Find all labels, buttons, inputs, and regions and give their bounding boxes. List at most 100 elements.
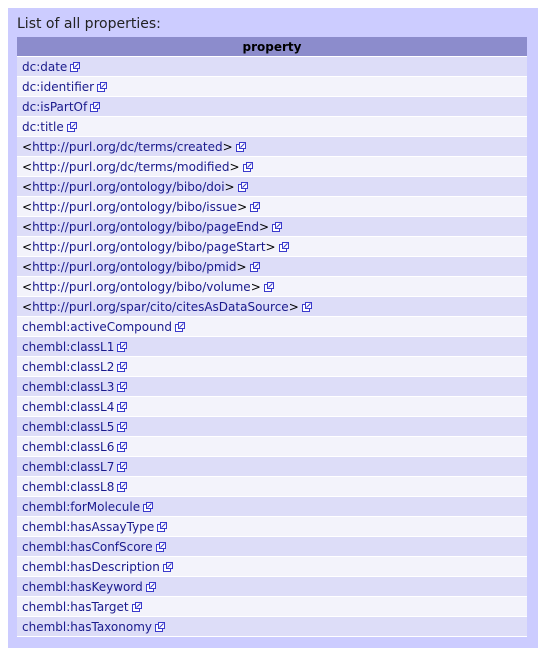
property-label: chembl:hasTarget bbox=[22, 599, 129, 614]
external-link-icon[interactable] bbox=[117, 481, 128, 492]
property-label: dc:date bbox=[22, 59, 68, 74]
property-link[interactable]: chembl:classL8 bbox=[22, 480, 114, 494]
property-link[interactable]: chembl:forMolecule bbox=[22, 500, 140, 514]
property-label: chembl:hasTaxonomy bbox=[22, 619, 152, 634]
property-cell: chembl:hasConfScore bbox=[17, 536, 527, 557]
property-label: http://purl.org/dc/terms/modified bbox=[32, 159, 230, 174]
table-row: chembl:hasDescription bbox=[17, 556, 527, 577]
property-link[interactable]: chembl:classL7 bbox=[22, 460, 114, 474]
property-link[interactable]: dc:identifier bbox=[22, 80, 94, 94]
angle-bracket-close: > bbox=[236, 259, 247, 274]
property-link[interactable]: chembl:hasTaxonomy bbox=[22, 620, 152, 634]
property-label: chembl:hasKeyword bbox=[22, 579, 143, 594]
external-link-icon[interactable] bbox=[263, 281, 274, 292]
property-link[interactable]: <http://purl.org/ontology/bibo/issue> bbox=[22, 200, 247, 214]
external-link-icon[interactable] bbox=[117, 441, 128, 452]
external-link-icon[interactable] bbox=[250, 201, 261, 212]
property-link[interactable]: chembl:classL3 bbox=[22, 380, 114, 394]
column-header-property: property bbox=[17, 37, 527, 57]
property-link[interactable]: chembl:classL2 bbox=[22, 360, 114, 374]
property-label: http://purl.org/dc/terms/created bbox=[32, 139, 223, 154]
property-label: dc:identifier bbox=[22, 79, 95, 94]
external-link-icon[interactable] bbox=[301, 301, 312, 312]
property-cell: <http://purl.org/ontology/bibo/pageEnd> bbox=[17, 216, 527, 237]
external-link-icon[interactable] bbox=[157, 521, 168, 532]
external-link-icon[interactable] bbox=[117, 361, 128, 372]
external-link-icon[interactable] bbox=[70, 61, 81, 72]
table-row: chembl:classL8 bbox=[17, 476, 527, 497]
external-link-icon[interactable] bbox=[117, 381, 128, 392]
property-cell: dc:isPartOf bbox=[17, 96, 527, 117]
external-link-icon[interactable] bbox=[162, 561, 173, 572]
property-cell: chembl:hasDescription bbox=[17, 556, 527, 577]
property-link[interactable]: chembl:classL5 bbox=[22, 420, 114, 434]
property-label: http://purl.org/ontology/bibo/pmid bbox=[32, 259, 237, 274]
property-link[interactable]: <http://purl.org/ontology/bibo/pageStart… bbox=[22, 240, 276, 254]
property-label: chembl:classL3 bbox=[22, 379, 115, 394]
table-row: <http://purl.org/dc/terms/modified> bbox=[17, 156, 527, 177]
property-link[interactable]: chembl:classL6 bbox=[22, 440, 114, 454]
property-label: http://purl.org/spar/cito/citesAsDataSou… bbox=[32, 299, 289, 314]
table-row: chembl:classL2 bbox=[17, 356, 527, 377]
external-link-icon[interactable] bbox=[131, 601, 142, 612]
property-cell: chembl:classL3 bbox=[17, 376, 527, 397]
property-link[interactable]: <http://purl.org/dc/terms/created> bbox=[22, 140, 233, 154]
property-link[interactable]: <http://purl.org/ontology/bibo/volume> bbox=[22, 280, 261, 294]
property-link[interactable]: dc:isPartOf bbox=[22, 100, 87, 114]
external-link-icon[interactable] bbox=[117, 341, 128, 352]
property-label: chembl:classL8 bbox=[22, 479, 115, 494]
external-link-icon[interactable] bbox=[242, 161, 253, 172]
property-link[interactable]: <http://purl.org/dc/terms/modified> bbox=[22, 160, 240, 174]
angle-bracket-open: < bbox=[22, 139, 33, 154]
table-row: <http://purl.org/ontology/bibo/doi> bbox=[17, 176, 527, 197]
property-link[interactable]: <http://purl.org/ontology/bibo/doi> bbox=[22, 180, 235, 194]
property-cell: chembl:classL7 bbox=[17, 456, 527, 477]
property-link[interactable]: chembl:hasKeyword bbox=[22, 580, 143, 594]
external-link-icon[interactable] bbox=[117, 401, 128, 412]
table-body: dc:date dc:identifier dc:isPartOf dc:title <… bbox=[17, 56, 527, 637]
angle-bracket-open: < bbox=[22, 259, 33, 274]
property-link[interactable]: chembl:classL4 bbox=[22, 400, 114, 414]
property-link[interactable]: <http://purl.org/spar/cito/citesAsDataSo… bbox=[22, 300, 299, 314]
properties-panel: List of all properties: property dc:date… bbox=[8, 8, 538, 648]
table-row: chembl:forMolecule bbox=[17, 496, 527, 517]
external-link-icon[interactable] bbox=[117, 421, 128, 432]
property-link[interactable]: chembl:activeCompound bbox=[22, 320, 172, 334]
angle-bracket-open: < bbox=[22, 279, 33, 294]
property-link[interactable]: chembl:classL1 bbox=[22, 340, 114, 354]
external-link-icon[interactable] bbox=[237, 181, 248, 192]
external-link-icon[interactable] bbox=[66, 121, 77, 132]
table-row: dc:isPartOf bbox=[17, 96, 527, 117]
external-link-icon[interactable] bbox=[143, 501, 154, 512]
property-link[interactable]: chembl:hasDescription bbox=[22, 560, 160, 574]
property-link[interactable]: dc:title bbox=[22, 120, 64, 134]
table-header-row: property bbox=[17, 37, 527, 57]
external-link-icon[interactable] bbox=[97, 81, 108, 92]
table-row: chembl:hasConfScore bbox=[17, 536, 527, 557]
external-link-icon[interactable] bbox=[235, 141, 246, 152]
table-row: dc:title bbox=[17, 116, 527, 137]
external-link-icon[interactable] bbox=[155, 621, 165, 632]
table-row: chembl:classL4 bbox=[17, 396, 527, 417]
property-link[interactable]: chembl:hasTarget bbox=[22, 600, 129, 614]
external-link-icon[interactable] bbox=[249, 261, 260, 272]
property-cell: chembl:classL8 bbox=[17, 476, 527, 497]
external-link-icon[interactable] bbox=[174, 321, 185, 332]
external-link-icon[interactable] bbox=[117, 461, 128, 472]
property-link[interactable]: chembl:hasConfScore bbox=[22, 540, 153, 554]
property-cell: chembl:classL5 bbox=[17, 416, 527, 437]
angle-bracket-open: < bbox=[22, 199, 33, 214]
angle-bracket-close: > bbox=[237, 199, 248, 214]
external-link-icon[interactable] bbox=[155, 541, 166, 552]
external-link-icon[interactable] bbox=[145, 581, 156, 592]
property-link[interactable]: <http://purl.org/ontology/bibo/pageEnd> bbox=[22, 220, 269, 234]
angle-bracket-open: < bbox=[22, 219, 33, 234]
property-link[interactable]: chembl:hasAssayType bbox=[22, 520, 154, 534]
table-row: chembl:classL3 bbox=[17, 376, 527, 397]
angle-bracket-close: > bbox=[259, 219, 270, 234]
external-link-icon[interactable] bbox=[272, 221, 283, 232]
property-link[interactable]: dc:date bbox=[22, 60, 67, 74]
property-link[interactable]: <http://purl.org/ontology/bibo/pmid> bbox=[22, 260, 247, 274]
external-link-icon[interactable] bbox=[278, 241, 289, 252]
external-link-icon[interactable] bbox=[90, 101, 101, 112]
